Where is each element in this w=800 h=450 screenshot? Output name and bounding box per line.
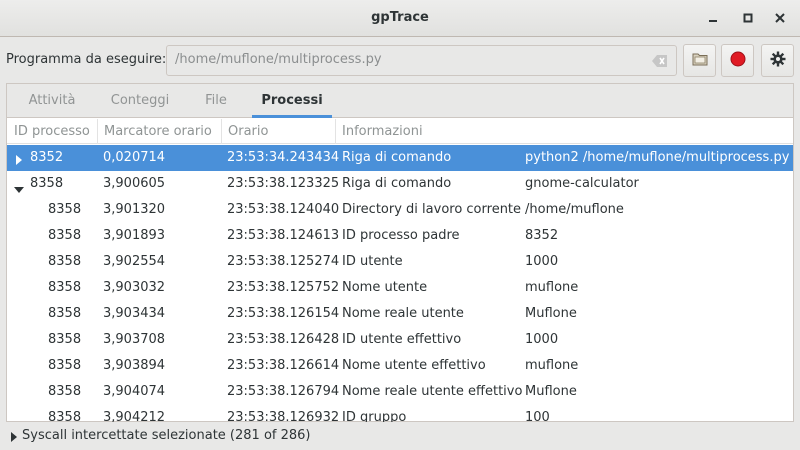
- cell-info: Nome reale utente effettivo: [342, 384, 523, 399]
- table-row[interactable]: 8358 3,903434 23:53:38.126154 Nome reale ut…: [7, 301, 793, 327]
- cell-marker: 0,020714: [103, 150, 166, 165]
- cell-pid: 8358: [48, 332, 82, 347]
- clear-icon[interactable]: [652, 55, 668, 71]
- cell-pid: 8358: [48, 254, 82, 269]
- cell-value: Muflone: [525, 306, 577, 321]
- cell-value: 1000: [525, 254, 559, 269]
- cell-value: gnome-calculator: [525, 176, 639, 191]
- cell-time: 23:53:38.125274: [227, 254, 340, 269]
- cell-pid: 8358: [48, 202, 82, 217]
- expander-down-icon[interactable]: [14, 182, 24, 197]
- settings-button[interactable]: [761, 44, 794, 77]
- cell-info: ID utente effettivo: [342, 332, 462, 347]
- status-bar[interactable]: Syscall intercettate selezionate (281 of…: [0, 424, 800, 450]
- notebook: Attività Conteggi File Processi ID proce…: [6, 83, 794, 422]
- cell-value: python2 /home/muflone/multiprocess.py: [525, 150, 790, 165]
- cell-marker: 3,904074: [103, 384, 166, 399]
- table-row[interactable]: 8358 3,902554 23:53:38.125274 ID utente 1000: [7, 249, 793, 275]
- gear-icon: [770, 51, 786, 71]
- minimize-icon[interactable]: [704, 9, 722, 27]
- cell-value: muflone: [525, 280, 579, 295]
- column-header-time[interactable]: Orario: [222, 119, 336, 144]
- title-bar: gpTrace: [0, 0, 800, 37]
- record-button[interactable]: [721, 44, 754, 77]
- cell-pid: 8358: [48, 358, 82, 373]
- tab-processi[interactable]: Processi: [252, 84, 332, 118]
- table-row[interactable]: 8358 3,903708 23:53:38.126428 ID utente eff…: [7, 327, 793, 353]
- tab-bar: Attività Conteggi File Processi: [7, 84, 793, 118]
- table-row[interactable]: 8358 3,904074 23:53:38.126794 Nome reale ut…: [7, 379, 793, 405]
- cell-marker: 3,901320: [103, 202, 166, 217]
- table-row[interactable]: 8358 3,900605 23:53:38.123325 Riga di coman…: [7, 171, 793, 197]
- cell-info: ID utente: [342, 254, 403, 269]
- table-row[interactable]: 8352 0,020714 23:53:34.243434 Riga di coman…: [7, 145, 793, 171]
- cell-time: 23:53:38.126794: [227, 384, 340, 399]
- cell-time: 23:53:38.124040: [227, 202, 340, 217]
- window-title: gpTrace: [371, 10, 429, 25]
- program-path-value: /home/muflone/multiprocess.py: [175, 52, 382, 67]
- cell-info: Nome utente effettivo: [342, 358, 486, 373]
- cell-marker: 3,900605: [103, 176, 166, 191]
- cell-info: ID gruppo: [342, 410, 407, 422]
- cell-pid: 8352: [30, 150, 64, 165]
- cell-pid: 8358: [48, 384, 82, 399]
- cell-marker: 3,903894: [103, 358, 166, 373]
- program-label: Programma da eseguire:: [6, 52, 167, 67]
- cell-marker: 3,901893: [103, 228, 166, 243]
- cell-value: Muflone: [525, 384, 577, 399]
- table-row[interactable]: 8358 3,903032 23:53:38.125752 Nome utente mu…: [7, 275, 793, 301]
- cell-info: Riga di comando: [342, 176, 452, 191]
- table-header: ID processo Marcatore orario Orario Info…: [7, 119, 793, 144]
- cell-time: 23:53:38.126932: [227, 410, 340, 422]
- table-row[interactable]: 8358 3,901893 23:53:38.124613 ID processo p…: [7, 223, 793, 249]
- cell-value: 8352: [525, 228, 559, 243]
- folder-icon: [692, 52, 708, 70]
- expander-right-icon[interactable]: [16, 154, 22, 169]
- cell-marker: 3,903434: [103, 306, 166, 321]
- cell-pid: 8358: [48, 228, 82, 243]
- cell-time: 23:53:34.243434: [227, 150, 340, 165]
- cell-info: Directory di lavoro corrente: [342, 202, 522, 217]
- cell-time: 23:53:38.126614: [227, 358, 340, 373]
- program-path-input[interactable]: /home/muflone/multiprocess.py: [166, 45, 677, 76]
- cell-pid: 8358: [48, 280, 82, 295]
- cell-marker: 3,904212: [103, 410, 166, 422]
- cell-pid: 8358: [48, 306, 82, 321]
- column-header-marker[interactable]: Marcatore orario: [98, 119, 222, 144]
- tab-conteggi[interactable]: Conteggi: [100, 84, 180, 118]
- cell-time: 23:53:38.125752: [227, 280, 340, 295]
- maximize-icon[interactable]: [739, 9, 757, 27]
- cell-pid: 8358: [30, 176, 64, 191]
- toolbar: Programma da eseguire: /home/muflone/mul…: [0, 37, 800, 83]
- cell-value: 100: [525, 410, 550, 422]
- cell-pid: 8358: [48, 410, 82, 422]
- cell-info: ID processo padre: [342, 228, 460, 243]
- cell-value: 1000: [525, 332, 559, 347]
- open-file-button[interactable]: [683, 44, 716, 77]
- cell-time: 23:53:38.126428: [227, 332, 340, 347]
- cell-time: 23:53:38.123325: [227, 176, 340, 191]
- cell-marker: 3,902554: [103, 254, 166, 269]
- table-row[interactable]: 8358 3,901320 23:53:38.124040 Directory di …: [7, 197, 793, 223]
- tab-attivita[interactable]: Attività: [17, 84, 87, 118]
- column-header-info[interactable]: Informazioni: [336, 119, 793, 144]
- cell-value: /home/muflone: [525, 202, 624, 217]
- table-row[interactable]: 8358 3,903894 23:53:38.126614 Nome utente e…: [7, 353, 793, 379]
- tab-file[interactable]: File: [193, 84, 239, 118]
- record-icon: [730, 51, 746, 71]
- cell-info: Riga di comando: [342, 150, 452, 165]
- cell-marker: 3,903032: [103, 280, 166, 295]
- close-icon[interactable]: [771, 9, 789, 27]
- cell-time: 23:53:38.124613: [227, 228, 340, 243]
- cell-value: muflone: [525, 358, 579, 373]
- cell-time: 23:53:38.126154: [227, 306, 340, 321]
- cell-info: Nome reale utente: [342, 306, 464, 321]
- process-table-body[interactable]: 8352 0,020714 23:53:34.243434 Riga di coman…: [7, 145, 793, 422]
- table-row[interactable]: 8358 3,904212 23:53:38.126932 ID gruppo 100: [7, 405, 793, 422]
- column-header-pid[interactable]: ID processo: [7, 119, 98, 144]
- cell-marker: 3,903708: [103, 332, 166, 347]
- status-text: Syscall intercettate selezionate (281 of…: [22, 428, 311, 443]
- cell-info: Nome utente: [342, 280, 428, 295]
- expander-right-icon[interactable]: [11, 431, 17, 446]
